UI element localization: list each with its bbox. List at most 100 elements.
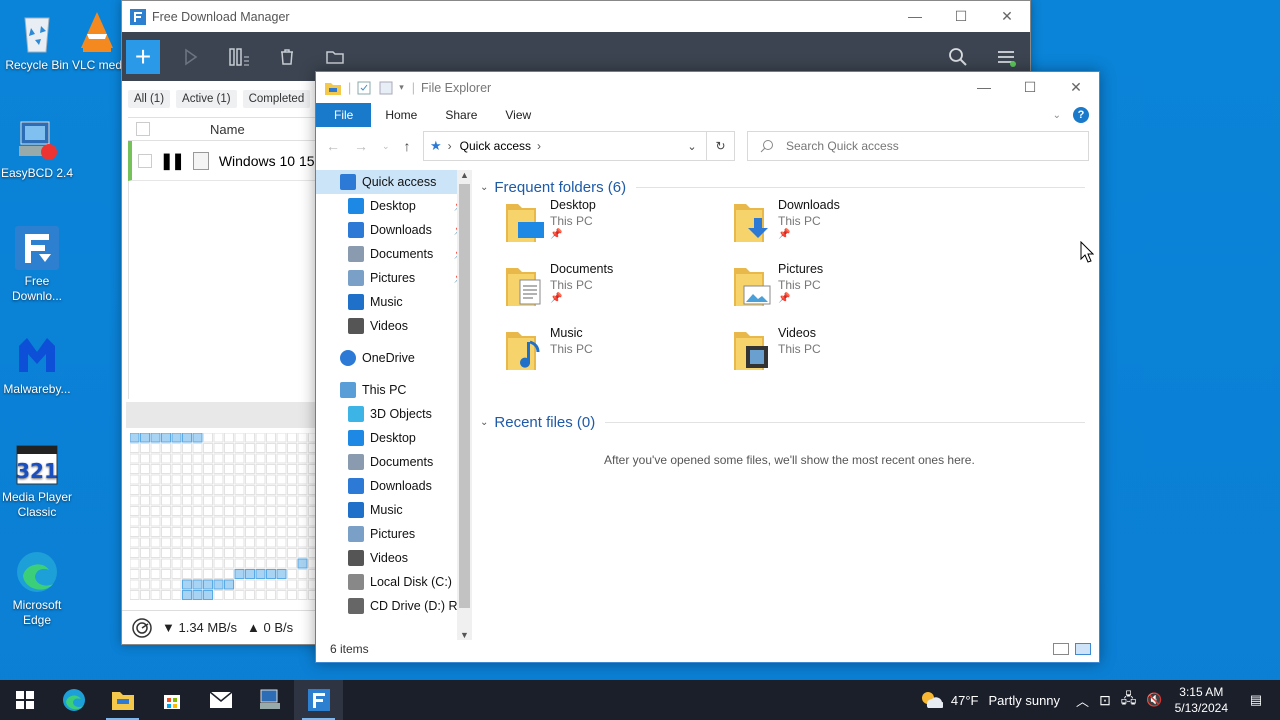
nav-item-music[interactable]: Music <box>316 498 472 522</box>
tab-file[interactable]: File <box>316 103 372 127</box>
clock[interactable]: 3:15 AM 5/13/2024 <box>1175 684 1228 716</box>
desktop-icon-malwarebytes[interactable]: Malwareby... <box>0 332 74 397</box>
nav-item-downloads[interactable]: Downloads📌 <box>316 218 472 242</box>
nav-item-local-disk-c[interactable]: Local Disk (C:) <box>316 570 472 594</box>
details-view-icon[interactable] <box>1053 643 1069 655</box>
scroll-up-icon[interactable]: ▲ <box>457 170 472 180</box>
nav-item-videos[interactable]: Videos <box>316 546 472 570</box>
collapse-chevron-icon[interactable]: ⌄ <box>480 182 488 193</box>
nav-item-pictures[interactable]: Pictures📌 <box>316 266 472 290</box>
taskbar-fdm[interactable] <box>294 680 343 720</box>
delete-button[interactable] <box>263 32 311 81</box>
address-bar[interactable]: ★ › Quick access › ⌄ ↻ <box>423 131 735 161</box>
filter-completed[interactable]: Completed <box>242 90 311 108</box>
maximize-button[interactable]: ☐ <box>938 1 984 32</box>
pause-all-button[interactable] <box>215 32 263 81</box>
nav-item-videos[interactable]: Videos <box>316 314 472 338</box>
volume-muted-icon[interactable]: 🔇 <box>1146 692 1162 708</box>
nav-item-pictures[interactable]: Pictures <box>316 522 472 546</box>
nav-item-label: Music <box>370 503 403 517</box>
notifications-icon[interactable]: ▤ <box>1242 692 1270 708</box>
filter-all[interactable]: All (1) <box>128 90 171 108</box>
nav-item-this-pc[interactable]: This PC <box>316 378 472 402</box>
add-download-button[interactable]: + <box>126 39 160 74</box>
desktop-icon-mpc[interactable]: 321 Media Player Classic <box>0 440 74 520</box>
folder-tile-pictures[interactable]: Pictures This PC 📌 <box>732 262 932 322</box>
piece-cell <box>140 443 150 453</box>
nav-item-downloads[interactable]: Downloads <box>316 474 472 498</box>
network-icon[interactable]: 🖧 <box>1121 688 1137 712</box>
start-button[interactable] <box>0 680 49 720</box>
desktop-icon-easybcd[interactable]: EasyBCD 2.4 <box>0 116 74 181</box>
piece-cell <box>140 453 150 464</box>
row-checkbox[interactable] <box>138 153 152 168</box>
row-pause-button[interactable]: ❚❚ <box>160 151 185 171</box>
desktop-icon-edge[interactable]: Microsoft Edge <box>0 548 74 628</box>
weather-temperature[interactable]: 47°F <box>951 693 979 708</box>
tab-view[interactable]: View <box>491 103 545 127</box>
address-text[interactable]: Quick access <box>460 139 531 153</box>
nav-item-documents[interactable]: Documents <box>316 450 472 474</box>
resume-button[interactable] <box>167 32 215 81</box>
fdm-tray-icon[interactable]: ⊡ <box>1099 692 1111 709</box>
folder-tile-videos[interactable]: Videos This PC <box>732 326 932 386</box>
piece-cell <box>192 590 203 600</box>
collapse-chevron-icon[interactable]: ⌄ <box>480 417 488 428</box>
folder-tile-downloads[interactable]: Downloads This PC 📌 <box>732 198 932 258</box>
maximize-button[interactable]: ☐ <box>1007 72 1053 103</box>
taskbar-file-explorer[interactable] <box>98 680 147 720</box>
nav-item-cd-drive-d-ro[interactable]: CD Drive (D:) Ro <box>316 594 472 618</box>
refresh-icon[interactable]: ↻ <box>706 132 734 160</box>
navigation-scrollbar[interactable]: ▲ ▼ <box>457 170 472 640</box>
piece-cell <box>213 537 224 548</box>
nav-item-3d-objects[interactable]: 3D Objects <box>316 402 472 426</box>
tab-home[interactable]: Home <box>371 103 431 127</box>
customize-toolbar-icon[interactable]: ▾ <box>399 82 404 93</box>
up-arrow-icon[interactable]: ↑ <box>404 138 411 154</box>
weather-description[interactable]: Partly sunny <box>989 693 1061 708</box>
folder-tile-desktop[interactable]: Desktop This PC 📌 <box>504 198 704 258</box>
desktop-icon-vlc[interactable]: VLC media player <box>72 8 122 73</box>
nav-item-label: Local Disk (C:) <box>370 575 452 589</box>
filter-active[interactable]: Active (1) <box>176 90 237 108</box>
properties-icon[interactable] <box>357 81 371 95</box>
new-folder-icon[interactable] <box>379 81 393 95</box>
speed-limiter-icon[interactable] <box>130 616 154 640</box>
frequent-folders-header[interactable]: ⌄ Frequent folders (6) <box>480 175 1095 199</box>
search-input[interactable]: Search Quick access <box>747 131 1089 161</box>
column-name[interactable]: Name <box>210 122 245 137</box>
recent-locations-icon[interactable]: ⌄ <box>382 138 390 154</box>
folder-tile-music[interactable]: Music This PC <box>504 326 704 386</box>
taskbar-easybcd[interactable] <box>245 680 294 720</box>
taskbar-edge[interactable] <box>49 680 98 720</box>
nav-item-documents[interactable]: Documents📌 <box>316 242 472 266</box>
folder-tile-documents[interactable]: Documents This PC 📌 <box>504 262 704 322</box>
show-hidden-icons-chevron-icon[interactable]: ︿ <box>1076 691 1089 710</box>
minimize-button[interactable]: — <box>961 72 1007 103</box>
forward-arrow-icon[interactable]: → <box>354 138 368 154</box>
recent-files-header[interactable]: ⌄ Recent files (0) <box>480 410 1095 434</box>
large-icons-view-icon[interactable] <box>1075 643 1091 655</box>
tab-share[interactable]: Share <box>431 103 491 127</box>
close-button[interactable]: ✕ <box>984 1 1030 32</box>
taskbar-store[interactable] <box>147 680 196 720</box>
select-all-checkbox[interactable] <box>136 122 150 136</box>
close-button[interactable]: ✕ <box>1053 72 1099 103</box>
minimize-button[interactable]: — <box>892 1 938 32</box>
nav-item-quick-access[interactable]: Quick access <box>316 170 472 194</box>
desktop-icon-fdm[interactable]: Free Downlo... <box>0 224 74 304</box>
scrollbar-thumb[interactable] <box>459 184 470 608</box>
taskbar-mail[interactable] <box>196 680 245 720</box>
expand-ribbon-icon[interactable]: ⌄ <box>1053 110 1061 121</box>
nav-item-music[interactable]: Music <box>316 290 472 314</box>
nav-item-desktop[interactable]: Desktop📌 <box>316 194 472 218</box>
address-dropdown-icon[interactable]: ⌄ <box>678 140 706 153</box>
free-download-manager-icon <box>307 689 330 711</box>
desktop-icon-recycle-bin[interactable]: Recycle Bin <box>0 8 74 73</box>
piece-cell <box>150 464 161 474</box>
nav-item-onedrive[interactable]: OneDrive <box>316 346 472 370</box>
nav-item-desktop[interactable]: Desktop <box>316 426 472 450</box>
back-arrow-icon[interactable]: ← <box>326 138 340 154</box>
piece-cell <box>192 516 203 527</box>
help-icon[interactable]: ? <box>1073 107 1089 123</box>
